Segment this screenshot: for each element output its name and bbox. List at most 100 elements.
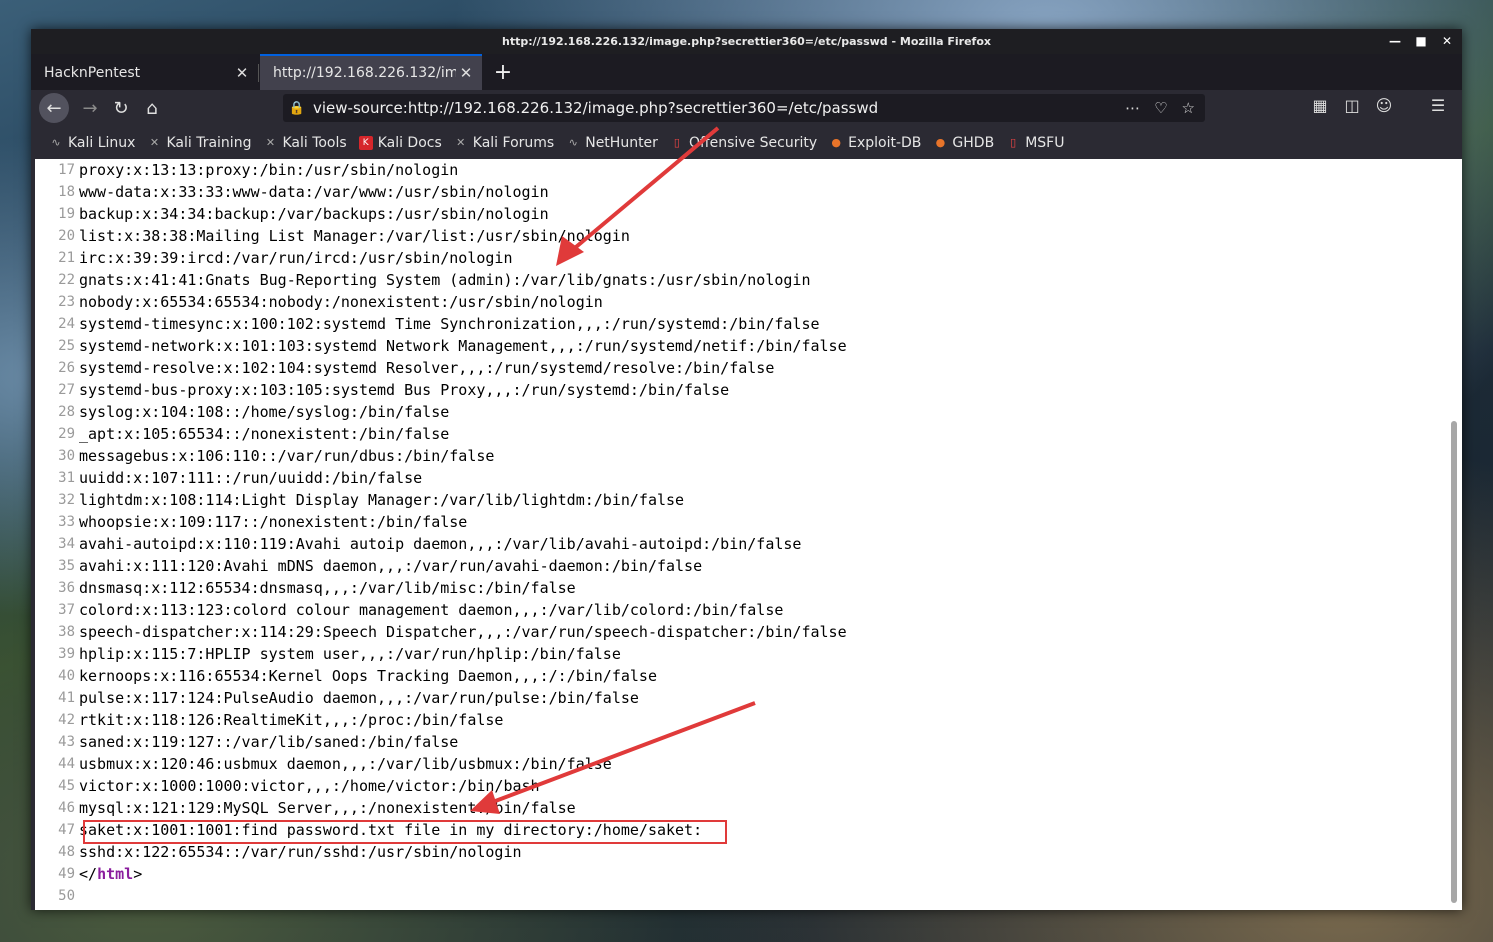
- bookmark-nethunter[interactable]: ∿ NetHunter: [566, 135, 658, 151]
- source-line: 30 messagebus:x:106:110::/var/run/dbus:/b…: [35, 445, 1445, 467]
- insecure-connection-icon[interactable]: 🔒: [283, 101, 311, 116]
- sidebar-icon[interactable]: ◫: [1342, 96, 1362, 115]
- line-number: 44: [58, 756, 75, 772]
- offsec-icon: ▯: [673, 136, 680, 149]
- line-number: 39: [58, 646, 75, 662]
- line-number: 43: [58, 734, 75, 750]
- tag-bracket-open: </: [79, 865, 98, 883]
- back-arrow-icon[interactable]: ←: [39, 93, 69, 123]
- line-text: irc:x:39:39:ircd:/var/run/ircd:/usr/sbin…: [79, 249, 513, 267]
- account-icon[interactable]: ☺: [1374, 96, 1394, 115]
- line-number: 33: [58, 514, 75, 530]
- maximize-icon[interactable]: ■: [1414, 33, 1428, 49]
- line-number: 48: [58, 844, 75, 860]
- line-text: systemd-network:x:101:103:systemd Networ…: [79, 337, 847, 355]
- navigation-toolbar: ← → ↻ ⌂ 🔒 view-source:http://192.168.226…: [31, 90, 1462, 126]
- tab-strip: HacknPentest ✕ http://192.168.226.132/im…: [31, 54, 1462, 90]
- line-number: 50: [58, 888, 75, 904]
- line-text: systemd-resolve:x:102:104:systemd Resolv…: [79, 359, 775, 377]
- minimize-icon[interactable]: —: [1388, 33, 1402, 49]
- source-line: 17 proxy:x:13:13:proxy:/bin:/usr/sbin/nol…: [35, 159, 1445, 181]
- line-text: sshd:x:122:65534::/var/run/sshd:/usr/sbi…: [79, 843, 522, 861]
- bookmark-kali-forums[interactable]: ✕ Kali Forums: [454, 135, 554, 151]
- source-line: 19 backup:x:34:34:backup:/var/backups:/us…: [35, 203, 1445, 225]
- bookmark-kali-training[interactable]: ✕ Kali Training: [147, 135, 252, 151]
- source-line: 45 victor:x:1000:1000:victor,,,:/home/vic…: [35, 775, 1445, 797]
- source-line: 41 pulse:x:117:124:PulseAudio daemon,,,:/…: [35, 687, 1445, 709]
- line-text: kernoops:x:116:65534:Kernel Oops Trackin…: [79, 667, 657, 685]
- line-text: victor:x:1000:1000:victor,,,:/home/victo…: [79, 777, 540, 795]
- ghdb-icon: ●: [935, 136, 946, 149]
- bookmark-kali-linux[interactable]: ∿ Kali Linux: [49, 135, 135, 151]
- line-text: list:x:38:38:Mailing List Manager:/var/l…: [79, 227, 630, 245]
- line-number: 27: [58, 382, 75, 398]
- tab-label: http://192.168.226.132/imag: [273, 65, 456, 81]
- line-text: mysql:x:121:129:MySQL Server,,,:/nonexis…: [79, 799, 576, 817]
- source-line: 46 mysql:x:121:129:MySQL Server,,,:/nonex…: [35, 797, 1445, 819]
- scrollbar-thumb[interactable]: [1451, 421, 1457, 903]
- line-text: nobody:x:65534:65534:nobody:/nonexistent…: [79, 293, 603, 311]
- line-text: rtkit:x:118:126:RealtimeKit,,,:/proc:/bi…: [79, 711, 504, 729]
- forward-arrow-icon[interactable]: →: [75, 93, 105, 123]
- library-icon[interactable]: ▦: [1310, 96, 1330, 115]
- line-number: 20: [58, 228, 75, 244]
- highlight-box: [83, 820, 727, 844]
- source-line: 35 avahi:x:111:120:Avahi mDNS daemon,,,:/…: [35, 555, 1445, 577]
- bookmark-star-icon[interactable]: ☆: [1182, 99, 1195, 117]
- line-text: pulse:x:117:124:PulseAudio daemon,,,:/va…: [79, 689, 639, 707]
- home-icon[interactable]: ⌂: [137, 93, 167, 123]
- url-bar[interactable]: 🔒 view-source:http://192.168.226.132/ima…: [283, 94, 1205, 122]
- bookmark-kali-docs[interactable]: K Kali Docs: [358, 135, 442, 151]
- view-source-content[interactable]: 17 proxy:x:13:13:proxy:/bin:/usr/sbin/nol…: [35, 159, 1462, 910]
- tab-close-icon[interactable]: ✕: [232, 64, 252, 82]
- line-text: whoopsie:x:109:117::/nonexistent:/bin/fa…: [79, 513, 468, 531]
- new-tab-icon[interactable]: +: [489, 58, 517, 86]
- tab-view-source[interactable]: http://192.168.226.132/imag ✕: [260, 54, 482, 90]
- bookmark-kali-tools[interactable]: ✕ Kali Tools: [263, 135, 347, 151]
- bookmark-ghdb[interactable]: ● GHDB: [933, 135, 995, 151]
- reload-icon[interactable]: ↻: [106, 93, 136, 123]
- pocket-icon[interactable]: ♡: [1154, 99, 1167, 117]
- line-text: saned:x:119:127::/var/lib/saned:/bin/fal…: [79, 733, 459, 751]
- line-number: 26: [58, 360, 75, 376]
- line-text: lightdm:x:108:114:Light Display Manager:…: [79, 491, 685, 509]
- window-title: http://192.168.226.132/image.php?secrett…: [502, 35, 991, 48]
- source-line: 25 systemd-network:x:101:103:systemd Netw…: [35, 335, 1445, 357]
- close-window-icon[interactable]: ✕: [1440, 33, 1454, 49]
- source-line: 24 systemd-timesync:x:100:102:systemd Tim…: [35, 313, 1445, 335]
- line-number: 41: [58, 690, 75, 706]
- exploitdb-icon: ●: [831, 136, 841, 149]
- url-input[interactable]: view-source:http://192.168.226.132/image…: [311, 99, 1125, 117]
- line-text: systemd-bus-proxy:x:103:105:systemd Bus …: [79, 381, 730, 399]
- hamburger-menu-icon[interactable]: ☰: [1428, 96, 1448, 115]
- firefox-window: http://192.168.226.132/image.php?secrett…: [31, 29, 1462, 910]
- source-line: 38 speech-dispatcher:x:114:29:Speech Disp…: [35, 621, 1445, 643]
- tab-close-icon[interactable]: ✕: [456, 64, 476, 82]
- kali-dragon-icon: ✕: [265, 136, 276, 149]
- line-text: usbmux:x:120:46:usbmux daemon,,,:/var/li…: [79, 755, 612, 773]
- tab-hacknpentest[interactable]: HacknPentest ✕: [31, 56, 258, 90]
- source-line: 39 hplip:x:115:7:HPLIP system user,,,:/va…: [35, 643, 1445, 665]
- source-line: 29 _apt:x:105:65534::/nonexistent:/bin/fa…: [35, 423, 1445, 445]
- source-line: 33 whoopsie:x:109:117::/nonexistent:/bin/…: [35, 511, 1445, 533]
- page-actions-icon[interactable]: ⋯: [1125, 99, 1140, 117]
- line-number: 47: [58, 822, 75, 838]
- source-line: 50: [35, 885, 1445, 907]
- line-number: 28: [58, 404, 75, 420]
- line-text: colord:x:113:123:colord colour managemen…: [79, 601, 784, 619]
- line-number: 32: [58, 492, 75, 508]
- source-line: 28 syslog:x:104:108::/home/syslog:/bin/fa…: [35, 401, 1445, 423]
- kali-docs-icon: K: [358, 135, 373, 150]
- line-text: avahi-autoipd:x:110:119:Avahi autoip dae…: [79, 535, 802, 553]
- bookmark-offensive-security[interactable]: ▯ Offensive Security: [670, 135, 817, 151]
- line-text: dnsmasq:x:112:65534:dnsmasq,,,:/var/lib/…: [79, 579, 576, 597]
- bookmark-msfu[interactable]: ▯ MSFU: [1006, 135, 1064, 151]
- source-line: 23 nobody:x:65534:65534:nobody:/nonexiste…: [35, 291, 1445, 313]
- source-line: 20 list:x:38:38:Mailing List Manager:/var…: [35, 225, 1445, 247]
- bookmark-exploit-db[interactable]: ● Exploit-DB: [829, 135, 921, 151]
- line-text: systemd-timesync:x:100:102:systemd Time …: [79, 315, 820, 333]
- source-listing: 17 proxy:x:13:13:proxy:/bin:/usr/sbin/nol…: [35, 159, 1445, 907]
- source-line: 36 dnsmasq:x:112:65534:dnsmasq,,,:/var/li…: [35, 577, 1445, 599]
- bookmarks-toolbar: ∿ Kali Linux ✕ Kali Training ✕ Kali Tools K…: [31, 126, 1462, 159]
- vertical-scrollbar[interactable]: [1449, 159, 1459, 910]
